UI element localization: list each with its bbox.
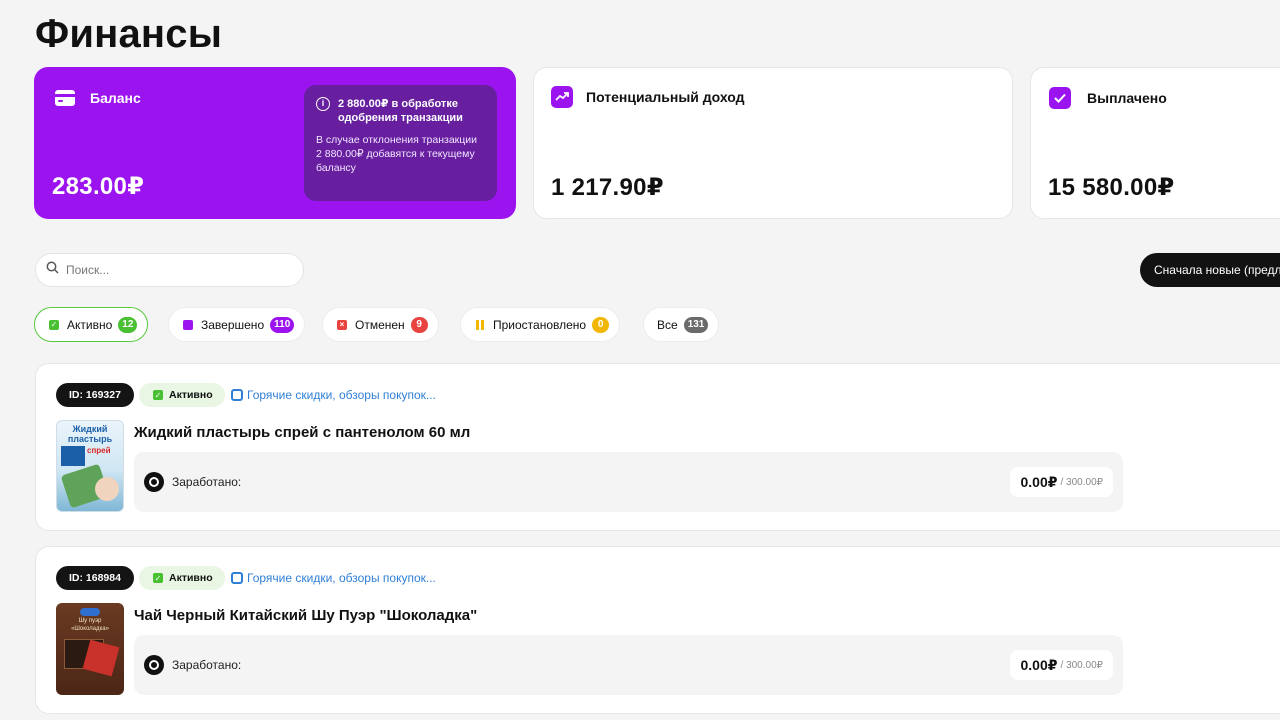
check-icon	[1049, 87, 1071, 109]
earned-label: Заработано:	[172, 658, 242, 672]
count-badge: 131	[683, 316, 709, 333]
product-name[interactable]: Жидкий пластырь спрей с пантенолом 60 мл	[134, 424, 470, 441]
count-badge: 0	[592, 316, 610, 333]
pending-notice: i 2 880.00₽ в обработке одобрения транза…	[304, 85, 497, 201]
coin-icon	[144, 472, 164, 492]
check-icon: ✓	[49, 319, 59, 330]
filter-paused[interactable]: Приостановлено 0	[460, 307, 621, 342]
trend-up-icon	[551, 86, 573, 108]
paid-out-label: Выплачено	[1087, 90, 1167, 106]
order-id: ID: 169327	[56, 383, 134, 407]
thumb-text: спрей	[87, 446, 111, 455]
count-badge: 110	[270, 316, 295, 333]
earned-label: Заработано:	[172, 475, 242, 489]
cross-icon: ×	[337, 319, 347, 330]
balance-card: Баланс 283.00₽ i 2 880.00₽ в обработке о…	[34, 67, 516, 219]
filter-active[interactable]: ✓ Активно 12	[34, 307, 149, 342]
balance-label: Баланс	[90, 90, 141, 106]
thumb-text: пластырь	[67, 434, 113, 444]
page-title: Финансы	[35, 12, 223, 56]
earnings-row: Заработано: 0.00₽ / 300.00₽	[134, 452, 1123, 512]
channel-link[interactable]: Горячие скидки, обзоры покупок...	[231, 571, 436, 585]
filter-canceled[interactable]: × Отменен 9	[322, 307, 439, 342]
earnings-row: Заработано: 0.00₽ / 300.00₽	[134, 635, 1123, 695]
filter-completed[interactable]: Завершено 110	[168, 307, 306, 342]
order-card[interactable]: ID: 169327 ✓ Активно Горячие скидки, обз…	[35, 363, 1280, 531]
count-badge: 12	[118, 316, 138, 333]
coin-icon	[144, 655, 164, 675]
product-thumbnail: Жидкий пластырь спрей	[56, 420, 124, 512]
status-badge: ✓ Активно	[139, 566, 225, 590]
potential-income-card: Потенциальный доход 1 217.90₽	[533, 67, 1013, 219]
thumb-text: Шу пуэр	[78, 618, 102, 624]
earned-value: 0.00₽ / 300.00₽	[1010, 467, 1113, 497]
channel-icon	[231, 389, 243, 401]
status-badge: ✓ Активно	[139, 383, 225, 407]
potential-income-label: Потенциальный доход	[586, 89, 745, 105]
pause-icon	[475, 319, 485, 330]
sort-dropdown[interactable]: Сначала новые (предл	[1140, 253, 1280, 287]
product-thumbnail: Шу пуэр «Шоколадка»	[56, 603, 124, 695]
search-icon	[46, 261, 59, 279]
channel-icon	[231, 572, 243, 584]
potential-income-amount: 1 217.90₽	[551, 174, 664, 201]
earned-value: 0.00₽ / 300.00₽	[1010, 650, 1113, 680]
order-id: ID: 168984	[56, 566, 134, 590]
filter-all[interactable]: Все 131	[643, 307, 720, 342]
info-icon: i	[316, 97, 330, 111]
paid-out-amount: 15 580.00₽	[1048, 174, 1175, 201]
pending-title: 2 880.00₽ в обработке одобрения транзакц…	[338, 98, 463, 124]
clipboard-icon	[183, 319, 193, 330]
check-icon: ✓	[153, 573, 163, 583]
search-input[interactable]	[66, 263, 286, 277]
balance-amount: 283.00₽	[52, 173, 145, 200]
channel-link[interactable]: Горячие скидки, обзоры покупок...	[231, 388, 436, 402]
check-icon: ✓	[153, 390, 163, 400]
wallet-icon	[54, 87, 76, 109]
order-card[interactable]: ID: 168984 ✓ Активно Горячие скидки, обз…	[35, 546, 1280, 714]
paid-out-card: Выплачено 15 580.00₽	[1030, 67, 1280, 219]
thumb-text: Жидкий	[72, 424, 108, 434]
pending-text: В случае отклонения транзакции 2 880.00₽…	[316, 134, 478, 174]
count-badge: 9	[410, 316, 428, 333]
search-box	[35, 253, 304, 287]
product-name[interactable]: Чай Черный Китайский Шу Пуэр "Шоколадка"	[134, 607, 477, 624]
thumb-text: «Шоколадка»	[71, 626, 109, 632]
